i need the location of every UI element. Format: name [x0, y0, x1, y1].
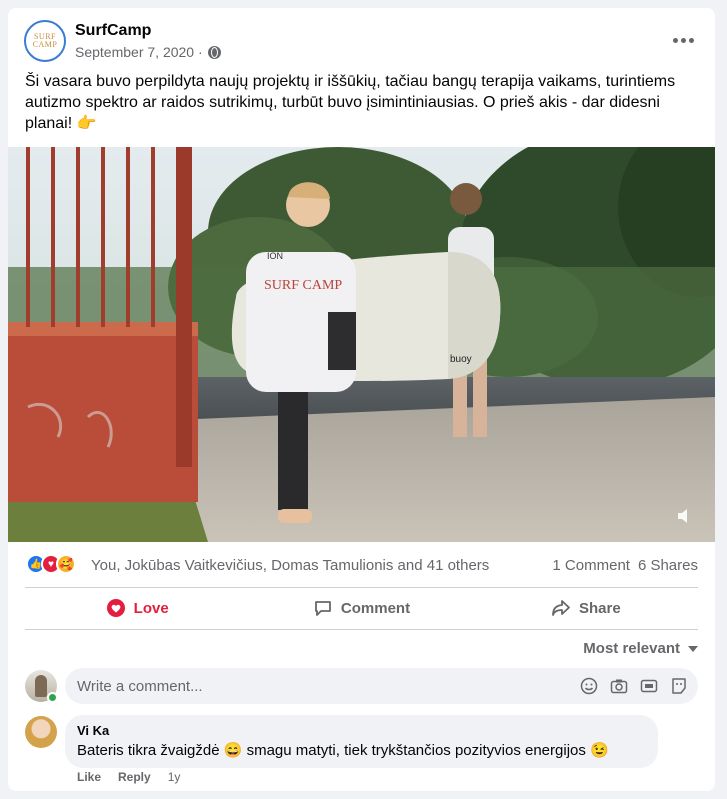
share-arrow-icon [552, 600, 570, 616]
post-header: SURF CAMP SurfCamp September 7, 2020 · [8, 8, 715, 72]
emoji-icon[interactable] [580, 677, 598, 695]
sticker-icon[interactable] [670, 677, 688, 695]
comment-bubble: Vi Ka Bateris tikra žvaigždė 😄 smagu mat… [65, 715, 658, 768]
comment-composer [65, 668, 698, 704]
page-name[interactable]: SurfCamp [75, 22, 151, 40]
post-body: Ši vasara buvo perpildyta naujų projektų… [25, 73, 676, 132]
page-avatar[interactable]: SURF CAMP [24, 20, 66, 62]
logo-text: SURF CAMP [32, 32, 58, 49]
divider [25, 629, 698, 630]
comments-count[interactable]: 1 Comment [552, 557, 630, 574]
comment-reply-link[interactable]: Reply [118, 770, 151, 784]
globe-icon [207, 45, 221, 59]
pointing-hand-emoji: 👉 [76, 115, 97, 132]
post-card: SURF CAMP SurfCamp September 7, 2020 · Š… [8, 8, 715, 791]
commenter-avatar[interactable] [25, 716, 57, 748]
wetsuit-print-text: SURF CAMP [264, 278, 342, 293]
reactors-text[interactable]: You, Jokūbas Vaitkevičius, Domas Tamulio… [91, 557, 489, 574]
camera-icon[interactable] [610, 677, 628, 695]
more-options-icon[interactable] [667, 26, 699, 54]
comment-input[interactable] [77, 668, 557, 704]
share-button-label: Share [578, 599, 621, 617]
comment-timestamp[interactable]: 1y [168, 770, 181, 784]
comment-sort-dropdown[interactable]: Most relevant [583, 640, 698, 657]
engagement-counts: 1 Comment 6 Shares [552, 557, 698, 574]
composer-icons [580, 677, 688, 695]
comment-actions: Like Reply 1y [77, 770, 180, 784]
shares-count[interactable]: 6 Shares [638, 557, 698, 574]
comment-author[interactable]: Vi Ka [77, 723, 109, 738]
reactions-summary: 👍 ♥ 🥰 You, Jokūbas Vaitkevičius, Domas T… [8, 549, 715, 579]
post-timestamp[interactable]: September 7, 2020 · [75, 44, 221, 60]
comment-text: Bateris tikra žvaigždė 😄 smagu matyti, t… [77, 742, 609, 759]
reaction-icons[interactable]: 👍 ♥ 🥰 [26, 554, 76, 574]
post-date-text: September 7, 2020 · [75, 44, 203, 60]
heart-icon [106, 599, 125, 617]
action-bar: Love Comment Share [25, 588, 698, 628]
vest-brand-text: ION [267, 251, 283, 261]
volume-icon[interactable] [675, 506, 695, 526]
comment-button-label: Comment [340, 599, 411, 617]
sort-label: Most relevant [583, 640, 680, 657]
gif-icon[interactable] [640, 677, 658, 695]
post-video[interactable]: buoy SURF CAMP ION [8, 147, 715, 542]
current-user-avatar[interactable] [25, 670, 58, 703]
online-status-dot [47, 692, 58, 703]
share-button[interactable]: Share [474, 588, 698, 628]
board-brand-text: buoy [450, 354, 472, 365]
comment-like-link[interactable]: Like [77, 770, 101, 784]
video-frame: buoy SURF CAMP ION [8, 147, 715, 542]
love-button[interactable]: Love [25, 588, 249, 628]
care-reaction-icon: 🥰 [56, 554, 76, 574]
caret-down-icon [688, 645, 698, 652]
comment-bubble-icon [315, 601, 331, 616]
love-button-label: Love [133, 599, 169, 617]
comment-button[interactable]: Comment [249, 588, 473, 628]
post-text: Ši vasara buvo perpildyta naujų projektų… [25, 71, 705, 134]
